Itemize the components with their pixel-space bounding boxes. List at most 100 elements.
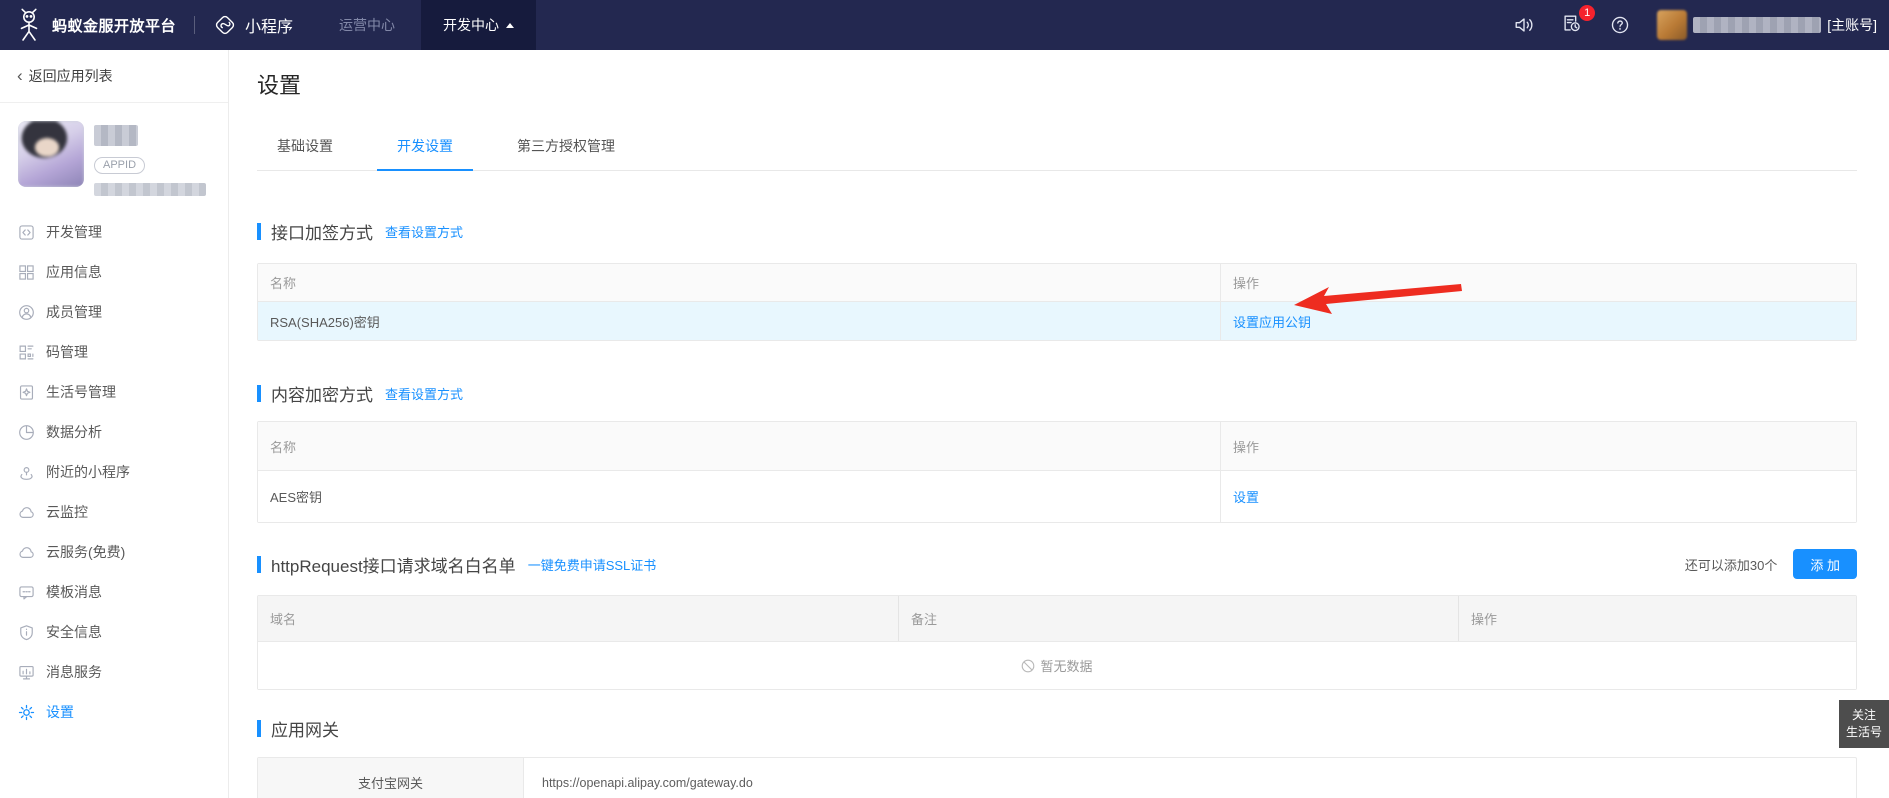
- tab-dev-settings[interactable]: 开发设置: [377, 136, 473, 171]
- sidebar-item-template-message[interactable]: 模板消息: [0, 572, 228, 612]
- sidebar-item-cloud-monitor[interactable]: 云监控: [0, 492, 228, 532]
- rsa-key-name: RSA(SHA256)密钥: [258, 302, 1220, 340]
- navbar-right: 1 [主账号]: [1513, 10, 1889, 40]
- section-title: httpRequest接口请求域名白名单: [271, 552, 516, 577]
- code-icon: [18, 224, 35, 241]
- tab-basic-settings[interactable]: 基础设置: [257, 136, 353, 170]
- column-header-name: 名称: [258, 264, 1220, 301]
- section-bar-icon: [257, 223, 261, 240]
- app-meta: APPID: [94, 121, 206, 196]
- table-row-alipay-gateway: 支付宝网关 https://openapi.alipay.com/gateway…: [258, 758, 1856, 798]
- section-bar-icon: [257, 556, 261, 573]
- section-app-gateway-header: 应用网关: [257, 716, 1857, 741]
- miniprogram-logo-icon: [213, 13, 237, 37]
- sidebar-item-message-service[interactable]: 消息服务: [0, 652, 228, 692]
- section-content-encrypt-header: 内容加密方式 查看设置方式: [257, 381, 1857, 406]
- back-to-app-list-link[interactable]: ‹ 返回应用列表: [0, 50, 228, 103]
- app-name-redacted: [94, 125, 138, 146]
- cloud-icon: [18, 544, 35, 561]
- nearby-icon: [18, 464, 35, 481]
- section-domain-whitelist-header: httpRequest接口请求域名白名单 一键免费申请SSL证书 还可以添加30…: [257, 549, 1857, 579]
- app-card: APPID: [0, 103, 228, 196]
- sidebar-item-app-info[interactable]: 应用信息: [0, 252, 228, 292]
- column-header-name: 名称: [258, 422, 1220, 470]
- section-domain-whitelist: httpRequest接口请求域名白名单 一键免费申请SSL证书 还可以添加30…: [257, 549, 1857, 690]
- sidebar-item-security-info[interactable]: 安全信息: [0, 612, 228, 652]
- sidebar-item-settings[interactable]: 设置: [0, 692, 228, 732]
- follow-tab-line2: 生活号: [1846, 724, 1882, 741]
- notifications[interactable]: 1: [1561, 12, 1583, 39]
- cloud-icon: [18, 504, 35, 521]
- sidebar-item-nearby[interactable]: 附近的小程序: [0, 452, 228, 492]
- add-domain-button[interactable]: 添 加: [1793, 549, 1857, 579]
- navbar-left: 蚂蚁金服开放平台 小程序 运营中心 开发中心: [0, 0, 536, 50]
- appid-value-redacted: [94, 183, 206, 196]
- settings-tabs: 基础设置 开发设置 第三方授权管理: [257, 136, 1857, 171]
- sidebar-item-members[interactable]: 成员管理: [0, 292, 228, 332]
- view-setup-method-link[interactable]: 查看设置方式: [385, 384, 463, 403]
- section-title: 接口加签方式: [271, 219, 373, 244]
- column-header-remark: 备注: [898, 596, 1458, 641]
- sidebar-nav: 开发管理 应用信息 成员管理 码管理 生活号管理 数据分析: [0, 212, 228, 732]
- gateway-table: 支付宝网关 https://openapi.alipay.com/gateway…: [257, 757, 1857, 798]
- help-icon[interactable]: [1609, 14, 1631, 36]
- account-name-redacted: [1693, 17, 1821, 33]
- account-avatar: [1657, 10, 1687, 40]
- apply-ssl-cert-link[interactable]: 一键免费申请SSL证书: [528, 555, 657, 574]
- navbar-divider: [194, 16, 195, 34]
- sidebar-item-label: 码管理: [46, 342, 88, 362]
- monitor-icon: [18, 664, 35, 681]
- sidebar-item-qrcode[interactable]: 码管理: [0, 332, 228, 372]
- qrcode-icon: [18, 344, 35, 361]
- section-bar-icon: [257, 720, 261, 737]
- sidebar-item-label: 生活号管理: [46, 382, 116, 402]
- follow-life-account-tab[interactable]: 关注 生活号: [1839, 700, 1889, 748]
- nav-item-operations[interactable]: 运营中心: [339, 0, 395, 50]
- sidebar-item-label: 成员管理: [46, 302, 102, 322]
- sidebar-item-label: 数据分析: [46, 422, 102, 442]
- column-header-domain: 域名: [258, 596, 898, 641]
- account-menu[interactable]: [主账号]: [1657, 10, 1877, 40]
- sidebar-item-label: 安全信息: [46, 622, 102, 642]
- caret-up-icon: [506, 23, 514, 28]
- sidebar-item-label: 云监控: [46, 502, 88, 522]
- brand-title: 蚂蚁金服开放平台: [52, 15, 176, 36]
- column-header-action: 操作: [1458, 596, 1856, 641]
- pie-icon: [18, 424, 35, 441]
- sidebar-item-dev-management[interactable]: 开发管理: [0, 212, 228, 252]
- sidebar-item-label: 应用信息: [46, 262, 102, 282]
- view-setup-method-link[interactable]: 查看设置方式: [385, 222, 463, 241]
- sidebar-item-label: 设置: [46, 702, 74, 722]
- section-title: 内容加密方式: [271, 381, 373, 406]
- encrypt-table: 名称 操作 AES密钥 设置: [257, 421, 1857, 523]
- speaker-icon[interactable]: [1513, 14, 1535, 36]
- section-title: 应用网关: [271, 716, 339, 741]
- main-content: 设置 基础设置 开发设置 第三方授权管理 接口加签方式 查看设置方式 名称 操作…: [229, 50, 1889, 798]
- sidebar-item-analytics[interactable]: 数据分析: [0, 412, 228, 452]
- sidebar-item-life-account[interactable]: 生活号管理: [0, 372, 228, 412]
- sidebar-item-cloud-service[interactable]: 云服务(免费): [0, 532, 228, 572]
- app-avatar: [18, 121, 84, 187]
- gateway-url-value: https://openapi.alipay.com/gateway.do: [524, 758, 1856, 798]
- tab-third-party-auth[interactable]: 第三方授权管理: [497, 136, 635, 170]
- screen: 蚂蚁金服开放平台 小程序 运营中心 开发中心: [0, 0, 1889, 798]
- section-bar-icon: [257, 385, 261, 402]
- sign-table: 名称 操作 RSA(SHA256)密钥 设置应用公钥: [257, 263, 1857, 341]
- set-aes-key-link[interactable]: 设置: [1233, 487, 1259, 506]
- nav-item-dev-center[interactable]: 开发中心: [421, 0, 536, 50]
- top-navbar: 蚂蚁金服开放平台 小程序 运营中心 开发中心: [0, 0, 1889, 50]
- chevron-left-icon: ‹: [17, 67, 23, 84]
- set-app-public-key-link[interactable]: 设置应用公钥: [1233, 312, 1311, 331]
- nav-item-dev-center-label: 开发中心: [443, 0, 499, 50]
- notification-badge: 1: [1579, 5, 1595, 21]
- sidebar-item-label: 模板消息: [46, 582, 102, 602]
- whitelist-controls: 还可以添加30个 添 加: [1685, 549, 1857, 579]
- sidebar: ‹ 返回应用列表 APPID 开发管理 应用信息 成员管理: [0, 50, 229, 798]
- grid-icon: [18, 264, 35, 281]
- gateway-row-label: 支付宝网关: [258, 758, 524, 798]
- aes-key-name: AES密钥: [258, 471, 1220, 522]
- table-row-rsa-key: RSA(SHA256)密钥 设置应用公钥: [258, 301, 1856, 340]
- gear-icon: [18, 704, 35, 721]
- empty-state: 暂无数据: [258, 641, 1856, 689]
- life-icon: [18, 384, 35, 401]
